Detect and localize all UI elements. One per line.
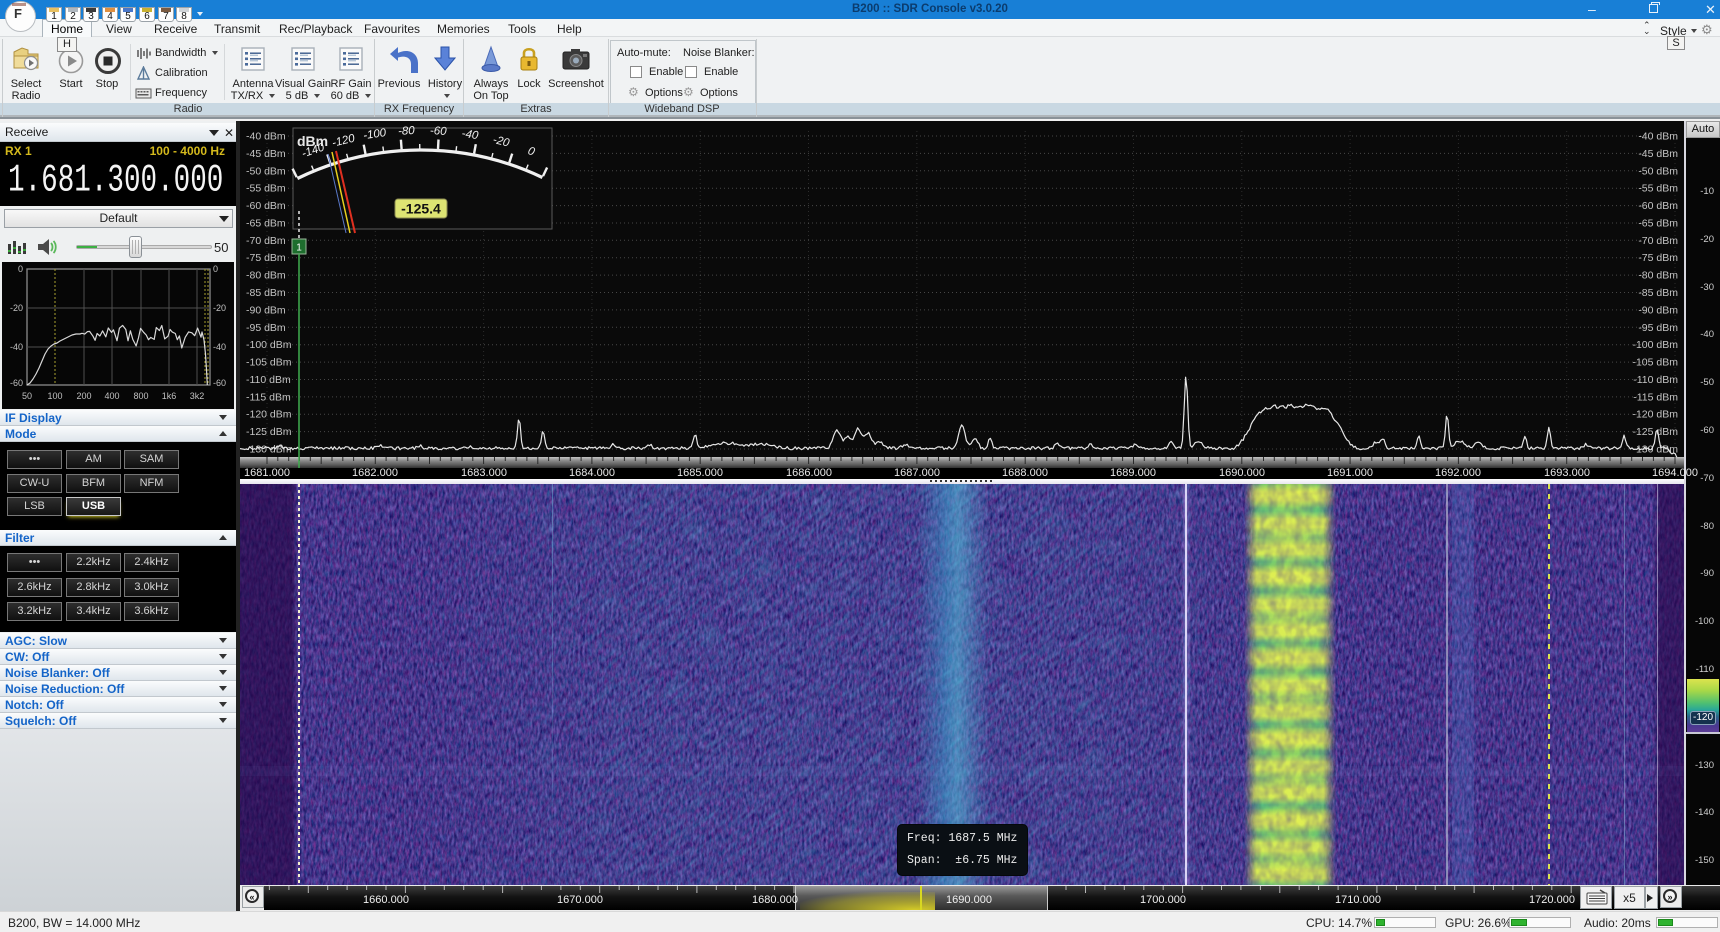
svg-text:-100 dBm: -100 dBm (246, 339, 292, 351)
svg-text:-20: -20 (213, 303, 226, 313)
svg-text:-90 dBm: -90 dBm (246, 304, 286, 316)
svg-text:-55 dBm: -55 dBm (246, 183, 286, 195)
svg-text:-90 dBm: -90 dBm (1638, 304, 1678, 316)
svg-text:-80 dBm: -80 dBm (1638, 270, 1678, 282)
svg-text:-60: -60 (213, 378, 226, 388)
svg-text:-75 dBm: -75 dBm (246, 252, 286, 264)
svg-text:-105 dBm: -105 dBm (246, 357, 292, 369)
svg-text:-80: -80 (398, 125, 416, 138)
svg-text:-60: -60 (430, 125, 448, 138)
svg-text:-75 dBm: -75 dBm (1638, 252, 1678, 264)
svg-text:-40 dBm: -40 dBm (1638, 131, 1678, 143)
svg-text:-20: -20 (10, 303, 23, 313)
svg-text:-55 dBm: -55 dBm (1638, 183, 1678, 195)
svg-text:-45 dBm: -45 dBm (246, 148, 286, 160)
svg-text:-65 dBm: -65 dBm (1638, 218, 1678, 230)
svg-text:-110 dBm: -110 dBm (246, 374, 291, 386)
svg-text:0: 0 (213, 264, 218, 274)
svg-text:100: 100 (47, 391, 62, 401)
svg-text:-45 dBm: -45 dBm (1638, 148, 1678, 160)
svg-text:-115 dBm: -115 dBm (1633, 391, 1678, 403)
svg-text:-115 dBm: -115 dBm (246, 391, 291, 403)
svg-text:-85 dBm: -85 dBm (246, 287, 286, 299)
svg-text:0: 0 (18, 264, 23, 274)
svg-text:-105 dBm: -105 dBm (1632, 357, 1678, 369)
svg-text:3k2: 3k2 (190, 391, 205, 401)
svg-text:-80 dBm: -80 dBm (246, 270, 286, 282)
svg-text:-50 dBm: -50 dBm (1638, 165, 1678, 177)
svg-text:-60 dBm: -60 dBm (246, 200, 286, 212)
svg-text:400: 400 (104, 391, 119, 401)
svg-text:-60: -60 (10, 378, 23, 388)
svg-text:-125.4: -125.4 (401, 201, 441, 217)
svg-text:-85 dBm: -85 dBm (1638, 287, 1678, 299)
svg-text:1k6: 1k6 (162, 391, 177, 401)
svg-text:-50 dBm: -50 dBm (246, 165, 286, 177)
svg-text:-125 dBm: -125 dBm (246, 426, 292, 438)
svg-text:-100 dBm: -100 dBm (1632, 339, 1678, 351)
svg-text:-120 dBm: -120 dBm (246, 409, 292, 421)
svg-text:-40: -40 (213, 342, 226, 352)
svg-text:1: 1 (296, 243, 302, 254)
svg-text:-95 dBm: -95 dBm (1638, 322, 1678, 334)
svg-text:-60 dBm: -60 dBm (1638, 200, 1678, 212)
svg-text:-40 dBm: -40 dBm (246, 131, 286, 143)
svg-text:800: 800 (133, 391, 148, 401)
svg-text:-70 dBm: -70 dBm (1638, 235, 1678, 247)
svg-text:-95 dBm: -95 dBm (246, 322, 286, 334)
svg-text:-65 dBm: -65 dBm (246, 218, 286, 230)
svg-text:-120 dBm: -120 dBm (1632, 409, 1678, 421)
svg-text:-40: -40 (10, 342, 23, 352)
svg-text:-40: -40 (461, 128, 480, 142)
svg-text:-110 dBm: -110 dBm (1633, 374, 1678, 386)
svg-text:200: 200 (76, 391, 91, 401)
svg-text:50: 50 (22, 391, 32, 401)
svg-text:-70 dBm: -70 dBm (246, 235, 286, 247)
